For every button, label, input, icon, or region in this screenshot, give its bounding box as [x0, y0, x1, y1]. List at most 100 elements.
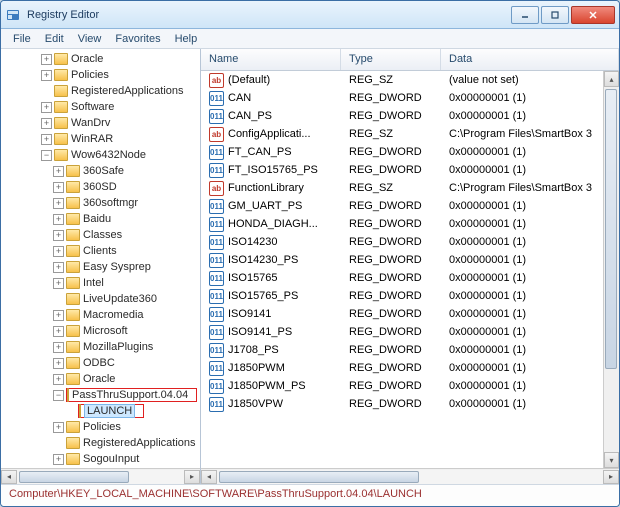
scrollbar-thumb[interactable]	[219, 471, 419, 483]
tree-node[interactable]: + ODBC	[5, 355, 200, 371]
tree-node[interactable]: RegisteredApplications	[5, 435, 200, 451]
scroll-down-arrow-icon[interactable]: ▾	[604, 452, 619, 468]
tree-node[interactable]: + Macromedia	[5, 307, 200, 323]
value-row[interactable]: 011ISO14230REG_DWORD0x00000001 (1)	[201, 233, 603, 251]
tree-node-label[interactable]: MozillaPlugins	[83, 341, 153, 353]
menu-view[interactable]: View	[72, 31, 108, 47]
value-row[interactable]: 011J1708_PSREG_DWORD0x00000001 (1)	[201, 341, 603, 359]
expand-icon[interactable]: +	[53, 166, 64, 177]
expand-icon[interactable]: +	[41, 70, 52, 81]
expand-icon[interactable]: +	[41, 134, 52, 145]
value-row[interactable]: 011ISO15765REG_DWORD0x00000001 (1)	[201, 269, 603, 287]
tree-node[interactable]: LAUNCH	[5, 403, 200, 419]
value-row[interactable]: 011ISO15765_PSREG_DWORD0x00000001 (1)	[201, 287, 603, 305]
tree-node-label[interactable]: PassThruSupport.04.04	[72, 389, 188, 401]
tree-node-label[interactable]: WanDrv	[71, 117, 110, 129]
tree-node-label[interactable]: Clients	[83, 245, 117, 257]
collapse-icon[interactable]: −	[41, 150, 52, 161]
tree-node[interactable]: + Policies	[5, 67, 200, 83]
expand-icon[interactable]: +	[53, 374, 64, 385]
tree-node[interactable]: +360SD	[5, 179, 200, 195]
scrollbar-thumb[interactable]	[19, 471, 129, 483]
tree-node-label[interactable]: Intel	[83, 277, 104, 289]
expand-icon[interactable]: +	[53, 182, 64, 193]
tree-node[interactable]: + Clients	[5, 243, 200, 259]
value-row[interactable]: 011ISO14230_PSREG_DWORD0x00000001 (1)	[201, 251, 603, 269]
close-button[interactable]	[571, 6, 615, 24]
expand-icon[interactable]: +	[53, 262, 64, 273]
maximize-button[interactable]	[541, 6, 569, 24]
tree-node-label[interactable]: Policies	[71, 69, 109, 81]
tree-horizontal-scrollbar[interactable]: ◂ ▸	[1, 468, 200, 484]
tree-node-label[interactable]: Oracle	[83, 373, 115, 385]
scrollbar-thumb[interactable]	[605, 89, 617, 369]
minimize-button[interactable]	[511, 6, 539, 24]
tree-node-label[interactable]: Microsoft	[83, 325, 128, 337]
value-row[interactable]: 011FT_ISO15765_PSREG_DWORD0x00000001 (1)	[201, 161, 603, 179]
value-row[interactable]: 011HONDA_DIAGH...REG_DWORD0x00000001 (1)	[201, 215, 603, 233]
tree-node[interactable]: − Wow6432Node	[5, 147, 200, 163]
scroll-up-arrow-icon[interactable]: ▴	[604, 71, 619, 87]
menu-edit[interactable]: Edit	[39, 31, 70, 47]
expand-icon[interactable]: +	[41, 118, 52, 129]
tree-node-label[interactable]: Easy Sysprep	[83, 261, 151, 273]
value-row[interactable]: 011GM_UART_PSREG_DWORD0x00000001 (1)	[201, 197, 603, 215]
tree-node[interactable]: + Baidu	[5, 211, 200, 227]
value-row[interactable]: 011J1850VPWREG_DWORD0x00000001 (1)	[201, 395, 603, 413]
menu-file[interactable]: File	[7, 31, 37, 47]
tree-node[interactable]: +Tencent	[5, 467, 200, 468]
scroll-right-arrow-icon[interactable]: ▸	[603, 470, 619, 484]
collapse-icon[interactable]: −	[53, 390, 64, 401]
column-header-data[interactable]: Data	[441, 49, 619, 70]
tree-node[interactable]: + MozillaPlugins	[5, 339, 200, 355]
menu-help[interactable]: Help	[169, 31, 204, 47]
expand-icon[interactable]: +	[53, 342, 64, 353]
expand-icon[interactable]: +	[53, 310, 64, 321]
tree-node[interactable]: + Easy Sysprep	[5, 259, 200, 275]
value-row[interactable]: 011J1850PWMREG_DWORD0x00000001 (1)	[201, 359, 603, 377]
tree-node[interactable]: +Policies	[5, 419, 200, 435]
expand-icon[interactable]: +	[53, 230, 64, 241]
registry-tree[interactable]: +Oracle+PoliciesRegisteredApplications+S…	[1, 49, 200, 468]
expand-icon[interactable]: +	[53, 246, 64, 257]
scroll-left-arrow-icon[interactable]: ◂	[1, 470, 17, 484]
tree-node-label[interactable]: Oracle	[71, 53, 103, 65]
expand-icon[interactable]: +	[53, 422, 64, 433]
titlebar[interactable]: Registry Editor	[1, 1, 619, 29]
expand-icon[interactable]: +	[53, 278, 64, 289]
column-header-name[interactable]: Name	[201, 49, 341, 70]
tree-node-label[interactable]: LAUNCH	[84, 404, 135, 418]
tree-node-label[interactable]: WinRAR	[71, 133, 113, 145]
tree-node-label[interactable]: RegisteredApplications	[83, 437, 196, 449]
tree-node-label[interactable]: ODBC	[83, 357, 115, 369]
tree-node[interactable]: +SogouInput	[5, 451, 200, 467]
tree-node[interactable]: +360softmgr	[5, 195, 200, 211]
tree-node[interactable]: + Classes	[5, 227, 200, 243]
tree-node[interactable]: + Oracle	[5, 51, 200, 67]
tree-node-label[interactable]: LiveUpdate360	[83, 293, 157, 305]
tree-node-label[interactable]: Software	[71, 101, 114, 113]
tree-node-label[interactable]: 360SD	[83, 181, 117, 193]
expand-icon[interactable]: +	[53, 454, 64, 465]
tree-node-label[interactable]: Baidu	[83, 213, 111, 225]
tree-node-label[interactable]: 360softmgr	[83, 197, 138, 209]
tree-node[interactable]: + WinRAR	[5, 131, 200, 147]
expand-icon[interactable]: +	[53, 358, 64, 369]
expand-icon[interactable]: +	[53, 198, 64, 209]
value-row[interactable]: 011CANREG_DWORD0x00000001 (1)	[201, 89, 603, 107]
tree-node[interactable]: + Microsoft	[5, 323, 200, 339]
value-row[interactable]: 011FT_CAN_PSREG_DWORD0x00000001 (1)	[201, 143, 603, 161]
values-list[interactable]: ab(Default)REG_SZ(value not set)011CANRE…	[201, 71, 603, 468]
tree-node[interactable]: + Software	[5, 99, 200, 115]
tree-node-label[interactable]: Classes	[83, 229, 122, 241]
expand-icon[interactable]: +	[53, 214, 64, 225]
expand-icon[interactable]: +	[53, 326, 64, 337]
value-row[interactable]: 011ISO9141REG_DWORD0x00000001 (1)	[201, 305, 603, 323]
tree-node-label[interactable]: Macromedia	[83, 309, 144, 321]
tree-node[interactable]: +360Safe	[5, 163, 200, 179]
expand-icon[interactable]: +	[41, 54, 52, 65]
column-header-type[interactable]: Type	[341, 49, 441, 70]
tree-node-label[interactable]: Wow6432Node	[71, 149, 146, 161]
expand-icon[interactable]: +	[41, 102, 52, 113]
tree-node[interactable]: −PassThruSupport.04.04	[5, 387, 200, 403]
